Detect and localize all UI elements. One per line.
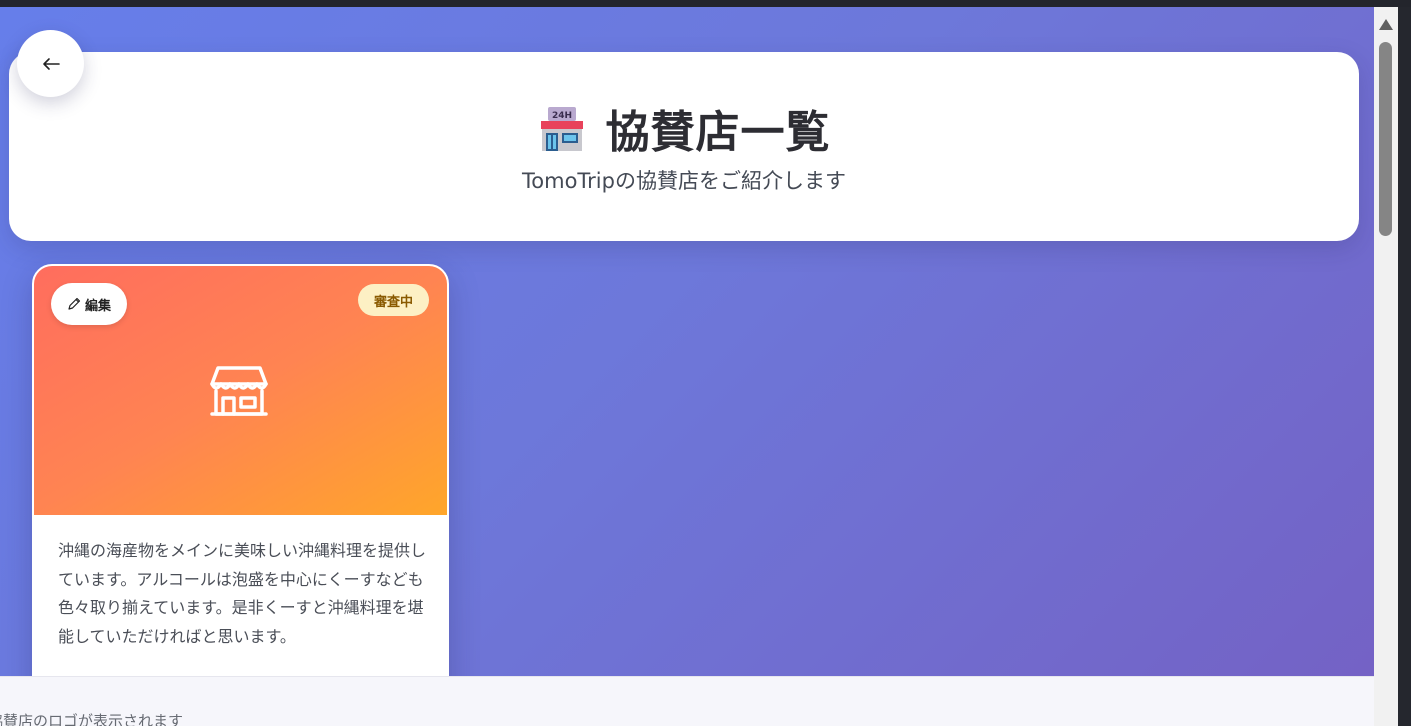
title-row: 24H 協賛店一覧: [9, 96, 1359, 160]
store-icon: [210, 366, 268, 416]
svg-text:24H: 24H: [551, 111, 571, 121]
page-subtitle: TomoTripの協賛店をご紹介します: [522, 169, 846, 193]
window-right-edge: [1398, 7, 1411, 726]
edit-button-label: 編集: [84, 298, 111, 314]
bottom-info-bar: 協賛店のロゴが表示されます: [0, 676, 1374, 726]
page-viewport: 24H 協賛店一覧 TomoTripの協賛店をご紹介します 編集 審査中 沖縄の…: [0, 7, 1374, 726]
sponsor-description: 沖縄の海産物をメインに美味しい沖縄料理を提供しています。アルコールは泡盛を中心に…: [58, 541, 427, 646]
header-card: 24H 協賛店一覧 TomoTripの協賛店をご紹介します: [9, 52, 1359, 241]
sponsor-card[interactable]: 編集 審査中 沖縄の海産物をメインに美味しい沖縄料理を提供しています。アルコール…: [32, 264, 449, 726]
logo-display-note: 協賛店のロゴが表示されます: [0, 712, 184, 726]
pencil-icon: [68, 297, 81, 310]
back-button[interactable]: [17, 30, 84, 97]
card-hero: 編集 審査中: [34, 266, 447, 515]
status-badge-label: 審査中: [373, 294, 413, 310]
convenience-store-emoji-icon: 24H: [540, 107, 583, 151]
scroll-up-arrow-icon[interactable]: [1379, 19, 1393, 30]
scrollbar-thumb[interactable]: [1379, 42, 1392, 236]
arrow-left-icon: [42, 57, 60, 70]
page-title: 協賛店一覧: [605, 107, 831, 158]
window-top-bar: [0, 0, 1411, 7]
status-badge: 審査中: [358, 284, 429, 316]
edit-button[interactable]: 編集: [51, 283, 127, 325]
